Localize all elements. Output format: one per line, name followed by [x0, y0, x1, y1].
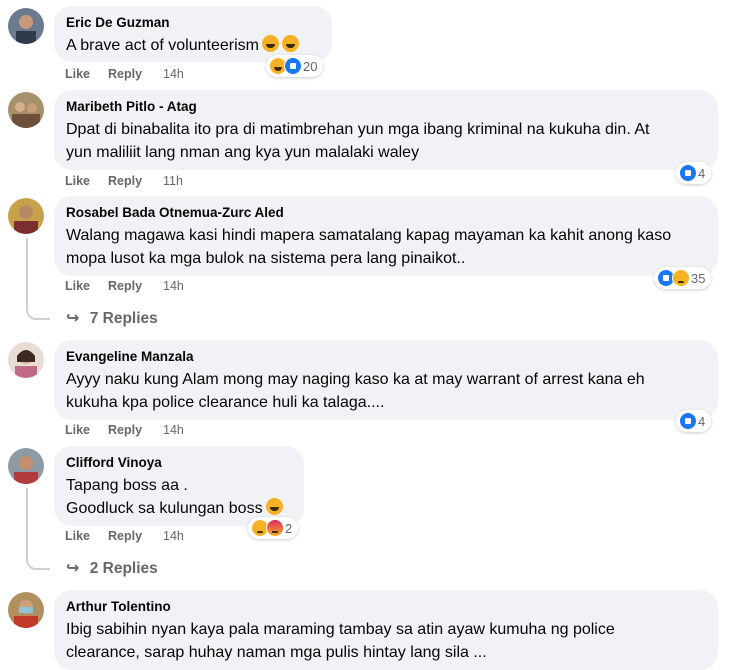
- commenter-name[interactable]: Evangeline Manzala: [66, 348, 706, 365]
- reply-button[interactable]: Reply: [108, 423, 142, 437]
- timestamp[interactable]: 14h: [163, 529, 184, 543]
- like-icon: [679, 412, 697, 430]
- view-replies-link[interactable]: ↪ 7 Replies: [66, 308, 158, 328]
- laugh-emoji-icon: [265, 498, 283, 515]
- like-button[interactable]: Like: [65, 423, 90, 437]
- reaction-count: 35: [691, 270, 706, 286]
- reply-button[interactable]: Reply: [108, 279, 142, 293]
- reaction-summary[interactable]: 4: [676, 410, 712, 432]
- reaction-summary[interactable]: 4: [676, 162, 712, 184]
- avatar[interactable]: [8, 448, 44, 484]
- comment-bubble: Clifford Vinoya Tapang boss aa . Goodluc…: [54, 446, 304, 526]
- commenter-name[interactable]: Clifford Vinoya: [66, 454, 292, 471]
- avatar[interactable]: [8, 592, 44, 628]
- timestamp[interactable]: 14h: [163, 279, 184, 293]
- commenter-name[interactable]: Eric De Guzman: [66, 14, 320, 31]
- comment-bubble: Arthur Tolentino Ibig sabihin nyan kaya …: [54, 590, 718, 670]
- reaction-count: 2: [285, 520, 293, 536]
- timestamp[interactable]: 11h: [163, 174, 183, 188]
- avatar[interactable]: [8, 92, 44, 128]
- commenter-name[interactable]: Rosabel Bada Otnemua-Zurc Aled: [66, 204, 706, 221]
- comment-bubble: Rosabel Bada Otnemua-Zurc Aled Walang ma…: [54, 196, 718, 276]
- thread-connector: [26, 488, 50, 570]
- comment-text-line: Ayyy naku kung Alam mong may naging kaso…: [66, 371, 645, 388]
- smile-emoji-icon: [281, 35, 299, 52]
- reply-arrow-icon: ↪: [66, 310, 80, 327]
- comment-text-line: kukuha kpa police clearance huli ka tala…: [66, 394, 385, 411]
- comment-bubble: Evangeline Manzala Ayyy naku kung Alam m…: [54, 340, 718, 420]
- sad-icon: [672, 269, 690, 287]
- comment-text-line: Ibig sabihin nyan kaya pala maraming tam…: [66, 621, 615, 638]
- angry-icon: [266, 519, 284, 537]
- like-icon: [284, 57, 302, 75]
- reply-arrow-icon: ↪: [66, 560, 80, 577]
- reaction-count: 4: [698, 413, 706, 429]
- like-icon: [679, 164, 697, 182]
- timestamp[interactable]: 14h: [163, 67, 184, 81]
- reaction-summary[interactable]: 35: [654, 267, 712, 289]
- reaction-summary[interactable]: 2: [248, 517, 299, 539]
- comment-bubble: Eric De Guzman A brave act of volunteeri…: [54, 6, 332, 62]
- avatar[interactable]: [8, 198, 44, 234]
- reaction-summary[interactable]: 20: [266, 55, 324, 77]
- replies-count: 7 Replies: [89, 310, 158, 327]
- avatar[interactable]: [8, 8, 44, 44]
- laugh-emoji-icon: [261, 35, 279, 52]
- like-button[interactable]: Like: [65, 174, 90, 188]
- thread-connector: [26, 238, 50, 320]
- reply-button[interactable]: Reply: [108, 67, 142, 81]
- comment-text-line: yun maliliit lang nman ang kya yun malal…: [66, 144, 420, 161]
- view-replies-link[interactable]: ↪ 2 Replies: [66, 558, 158, 578]
- reaction-count: 4: [698, 165, 706, 181]
- avatar[interactable]: [8, 342, 44, 378]
- reply-button[interactable]: Reply: [108, 174, 142, 188]
- comment-bubble: Maribeth Pitlo - Atag Dpat di binabalita…: [54, 90, 718, 170]
- reaction-count: 20: [303, 58, 318, 74]
- like-button[interactable]: Like: [65, 67, 90, 81]
- timestamp[interactable]: 14h: [163, 423, 184, 437]
- commenter-name[interactable]: Arthur Tolentino: [66, 598, 706, 615]
- like-button[interactable]: Like: [65, 279, 90, 293]
- like-button[interactable]: Like: [65, 529, 90, 543]
- comment-text: A brave act of volunteerism: [66, 34, 320, 57]
- reply-button[interactable]: Reply: [108, 529, 142, 543]
- comment-text-line: Dpat di binabalita ito pra di matimbreha…: [66, 121, 650, 138]
- commenter-name[interactable]: Maribeth Pitlo - Atag: [66, 98, 706, 115]
- replies-count: 2 Replies: [89, 560, 158, 577]
- comment-text-line: Walang magawa kasi hindi mapera samatala…: [66, 227, 672, 244]
- comment-text-line: mopa lusot ka mga bulok na sistema pera …: [66, 250, 466, 267]
- comment-text-line: Tapang boss aa .: [66, 477, 188, 494]
